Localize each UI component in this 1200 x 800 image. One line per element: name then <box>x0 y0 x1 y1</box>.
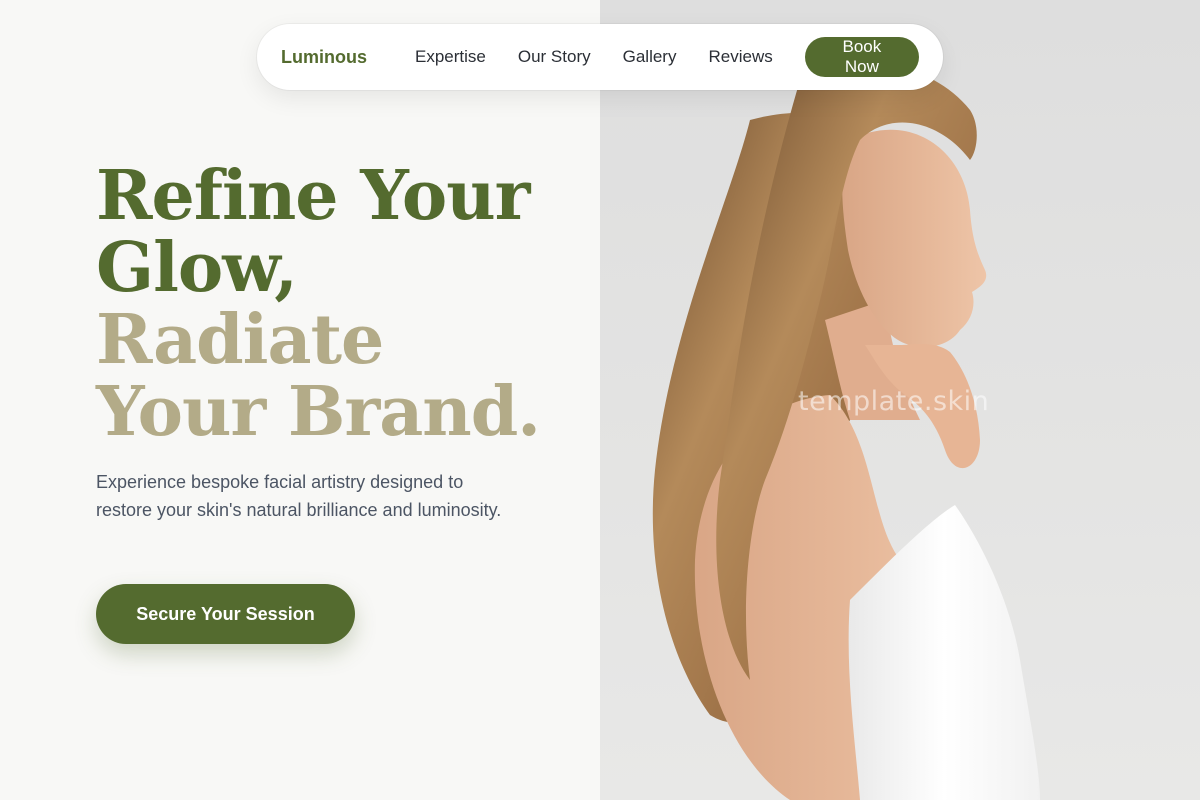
nav-link-expertise[interactable]: Expertise <box>415 47 486 67</box>
hero-subtext: Experience bespoke facial artistry desig… <box>96 472 502 520</box>
headline-line-1: Refine Your <box>96 156 531 236</box>
brand-logo[interactable]: Luminous <box>281 47 367 68</box>
nav-link-reviews[interactable]: Reviews <box>708 47 772 67</box>
nav-link-our-story[interactable]: Our Story <box>518 47 591 67</box>
nav-link-gallery[interactable]: Gallery <box>623 47 677 67</box>
headline-line-2: Glow, <box>96 228 298 308</box>
headline-line-3: Radiate <box>96 300 384 380</box>
watermark-text: template.skin <box>798 386 990 417</box>
headline-line-4: Your Brand. <box>96 372 541 452</box>
hero-content: Refine Your Glow, Radiate Your Brand. Ex… <box>0 0 600 800</box>
secure-session-button[interactable]: Secure Your Session <box>96 584 355 644</box>
book-now-button[interactable]: Book Now <box>804 37 919 77</box>
top-navigation: Luminous Expertise Our Story Gallery Rev… <box>257 24 943 90</box>
hero-headline: Refine Your Glow, Radiate Your Brand. <box>96 160 576 448</box>
hero-photo: template.skin <box>600 0 1200 800</box>
